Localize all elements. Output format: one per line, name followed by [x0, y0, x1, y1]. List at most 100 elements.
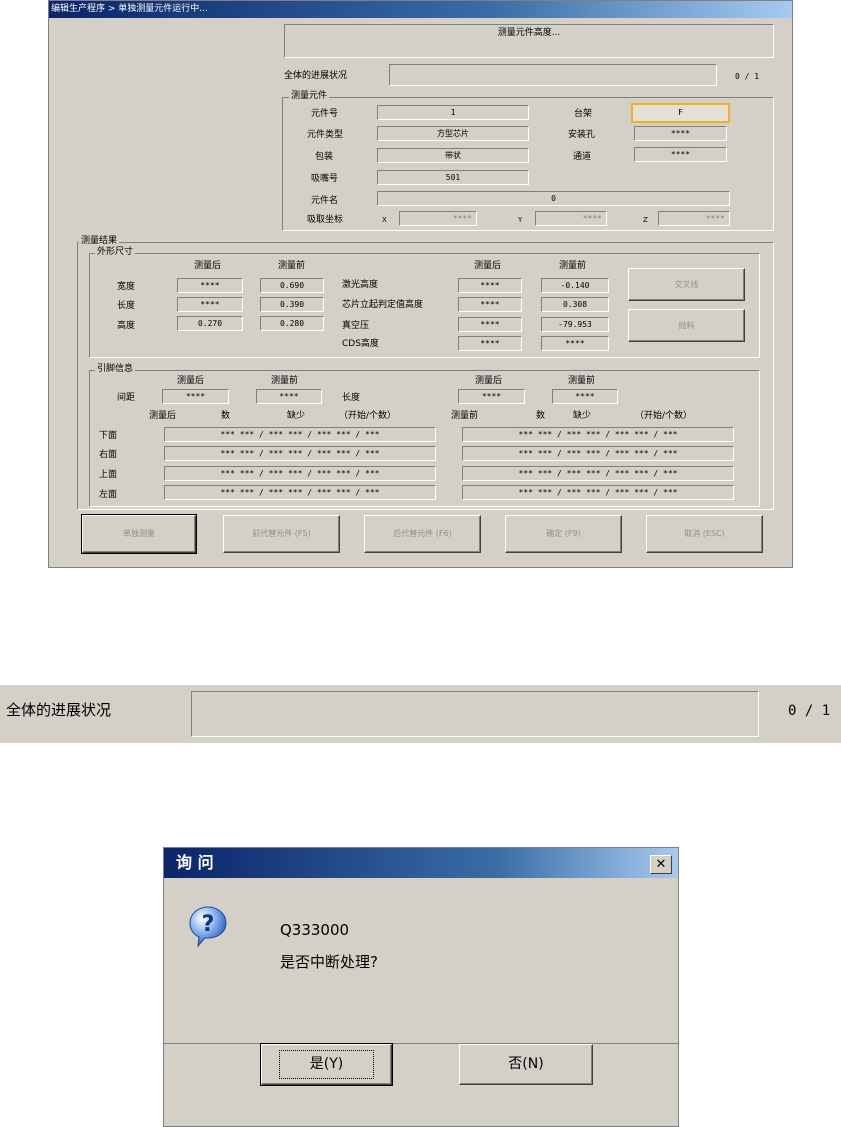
- part-type-label: 元件类型: [307, 130, 344, 140]
- side-right-before: *** *** / *** *** / *** *** / ***: [462, 446, 734, 461]
- z-label: Z: [643, 216, 648, 224]
- side-right-after: *** *** / *** *** / *** *** / ***: [164, 446, 436, 461]
- strip-progress-count: 0 / 1: [788, 703, 831, 719]
- length-after: ****: [177, 297, 243, 312]
- next-substitute-button[interactable]: 后代替元件 (F6): [364, 515, 481, 553]
- col-after: 测量后: [149, 411, 177, 421]
- cds-height-label: CDS高度: [342, 339, 379, 349]
- yes-button[interactable]: 是(Y): [260, 1043, 393, 1086]
- progress-bar: [389, 64, 717, 86]
- outline-after-header-2: 测量后: [474, 261, 502, 271]
- leads-title: 引脚信息: [95, 363, 136, 375]
- progress-label: 全体的进展状况: [284, 71, 348, 81]
- x-label: X: [382, 216, 387, 224]
- laser-height-before: -0.140: [541, 278, 609, 293]
- window-title: 编辑生产程序 > 单独测量元件运行中...: [49, 1, 792, 18]
- dialog-question: 是否中断处理?: [280, 953, 378, 971]
- discard-button[interactable]: 抛料: [628, 309, 745, 342]
- pitch-before: ****: [256, 389, 322, 404]
- col-startcount: （开始/个数）: [339, 411, 397, 421]
- width-label: 宽度: [117, 282, 136, 292]
- chip-stand-label: 芯片立起判定值高度: [342, 300, 424, 310]
- col-startcount-2: （开始/个数）: [635, 411, 693, 421]
- part-no-field: 1: [377, 105, 529, 120]
- leads-before-header: 测量前: [271, 376, 299, 386]
- cds-height-before: ****: [541, 336, 609, 351]
- mount-hole-field: ****: [634, 126, 727, 141]
- dialog-title: 询 问: [176, 853, 214, 872]
- col-count-2: 数: [536, 411, 546, 421]
- vacuum-after: ****: [458, 317, 522, 332]
- pick-coord-label: 吸取坐标: [307, 215, 344, 225]
- width-before: 0.690: [260, 278, 324, 293]
- rack-field: F: [631, 103, 730, 123]
- crossline-button[interactable]: 交叉线: [628, 268, 745, 301]
- mount-hole-label: 安装孔: [568, 130, 596, 140]
- outline-before-header: 测量前: [278, 261, 306, 271]
- x-field: ****: [399, 211, 477, 226]
- close-icon[interactable]: ✕: [650, 855, 672, 874]
- side-bottom-label: 下面: [99, 431, 118, 441]
- col-count: 数: [221, 411, 231, 421]
- side-left-before: *** *** / *** *** / *** *** / ***: [462, 485, 734, 500]
- confirm-dialog: 询 问 ✕ ? Q333000 是否中断处理? 是(Y) 否(N): [163, 847, 679, 1127]
- progress-strip: 全体的进展状况 0 / 1: [0, 685, 841, 743]
- outline-before-header-2: 测量前: [559, 261, 587, 271]
- height-after: 0.270: [177, 316, 243, 331]
- lead-length-after: ****: [458, 389, 525, 404]
- measure-window: 编辑生产程序 > 单独测量元件运行中... 测量元件高度... 全体的进展状况 …: [48, 0, 793, 568]
- y-field: ****: [535, 211, 607, 226]
- status-message-box: 测量元件高度...: [284, 24, 774, 58]
- laser-height-after: ****: [458, 278, 522, 293]
- chip-stand-after: ****: [458, 297, 522, 312]
- side-right-label: 右面: [99, 450, 118, 460]
- single-measure-button[interactable]: 单独测量: [81, 514, 197, 554]
- height-label: 高度: [117, 321, 136, 331]
- lane-label: 通道: [573, 152, 592, 162]
- y-label: Y: [518, 216, 523, 224]
- progress-count: 0 / 1: [735, 72, 760, 81]
- side-top-before: *** *** / *** *** / *** *** / ***: [462, 466, 734, 481]
- pitch-label: 间距: [117, 393, 136, 403]
- leads-after-header-2: 测量后: [475, 376, 503, 386]
- dialog-titlebar: 询 问 ✕: [164, 848, 678, 878]
- leads-after-header: 测量后: [177, 376, 205, 386]
- cds-height-after: ****: [458, 336, 522, 351]
- width-after: ****: [177, 278, 243, 293]
- package-field: 带状: [377, 148, 529, 163]
- height-before: 0.280: [260, 316, 324, 331]
- vacuum-before: -79.953: [541, 317, 609, 332]
- side-bottom-before: *** *** / *** *** / *** *** / ***: [462, 427, 734, 442]
- col-missing-2: 缺少: [573, 411, 592, 421]
- dialog-divider: [164, 1043, 678, 1044]
- yes-button-label: 是(Y): [278, 1050, 375, 1079]
- part-name-field: 0: [377, 191, 730, 206]
- no-button[interactable]: 否(N): [459, 1044, 593, 1085]
- strip-progress-label: 全体的进展状况: [6, 701, 112, 719]
- side-left-after: *** *** / *** *** / *** *** / ***: [164, 485, 436, 500]
- measure-part-title: 测量元件: [289, 90, 330, 102]
- package-label: 包装: [315, 152, 334, 162]
- vacuum-label: 真空压: [342, 321, 370, 331]
- cancel-button[interactable]: 取消 (ESC): [646, 515, 763, 553]
- side-top-after: *** *** / *** *** / *** *** / ***: [164, 466, 436, 481]
- lane-field: ****: [634, 147, 727, 162]
- leads-before-header-2: 测量前: [568, 376, 596, 386]
- outline-after-header: 测量后: [194, 261, 222, 271]
- rack-label: 台架: [574, 109, 593, 119]
- chip-stand-before: 0.308: [541, 297, 609, 312]
- length-before: 0.390: [260, 297, 324, 312]
- strip-progress-bar: [191, 691, 759, 737]
- lead-length-label: 长度: [342, 393, 361, 403]
- part-no-label: 元件号: [311, 109, 339, 119]
- nozzle-field: 501: [377, 170, 529, 185]
- col-missing: 缺少: [287, 411, 306, 421]
- length-label: 长度: [117, 301, 136, 311]
- pitch-after: ****: [162, 389, 229, 404]
- ok-button[interactable]: 确定 (F9): [505, 515, 622, 553]
- svg-text:?: ?: [202, 912, 215, 937]
- lead-length-before: ****: [552, 389, 618, 404]
- side-left-label: 左面: [99, 490, 118, 500]
- prev-substitute-button[interactable]: 前代替元件 (F5): [223, 515, 340, 553]
- nozzle-label: 吸嘴号: [311, 174, 339, 184]
